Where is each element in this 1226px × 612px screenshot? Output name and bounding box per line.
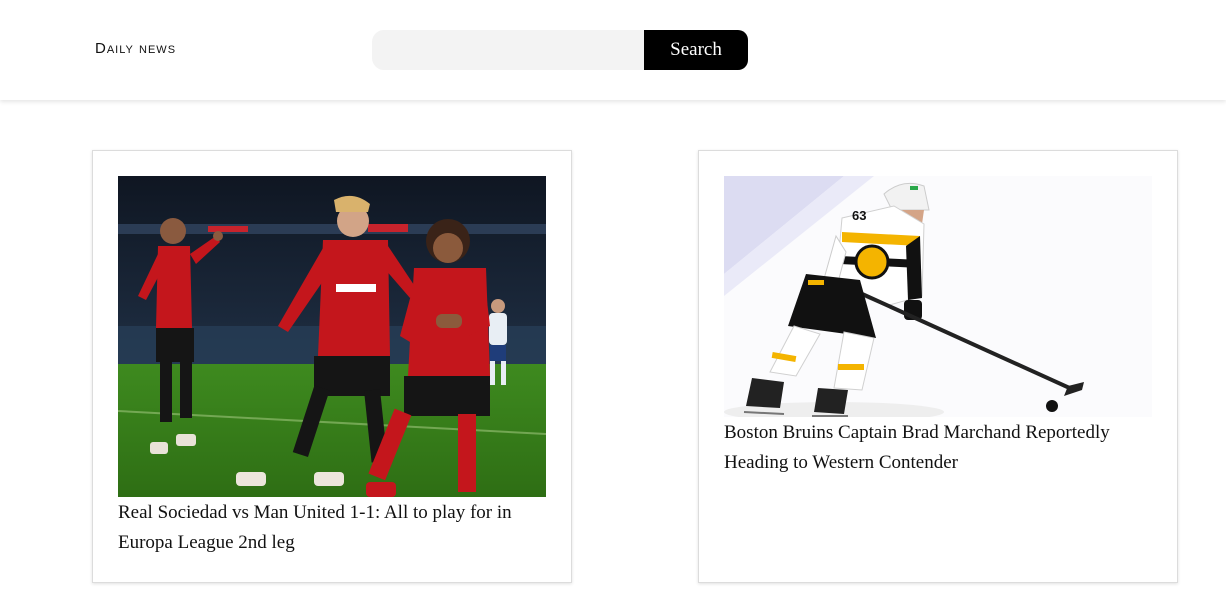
site-header: Daily news Search bbox=[0, 0, 1226, 100]
article-image[interactable] bbox=[118, 176, 546, 497]
search-button[interactable]: Search bbox=[644, 30, 748, 70]
search-form: Search bbox=[372, 30, 748, 70]
article-title[interactable]: Real Sociedad vs Man United 1-1: All to … bbox=[118, 498, 548, 558]
article-image[interactable]: 63 bbox=[724, 176, 1152, 417]
article-card[interactable]: 63 Boston Bruins Captain Brad Marchand R… bbox=[698, 150, 1178, 583]
article-card[interactable]: Real Sociedad vs Man United 1-1: All to … bbox=[92, 150, 572, 583]
svg-text:63: 63 bbox=[852, 208, 866, 223]
site-logo[interactable]: Daily news bbox=[95, 40, 176, 57]
search-input[interactable] bbox=[372, 30, 644, 70]
article-title[interactable]: Boston Bruins Captain Brad Marchand Repo… bbox=[724, 418, 1154, 478]
